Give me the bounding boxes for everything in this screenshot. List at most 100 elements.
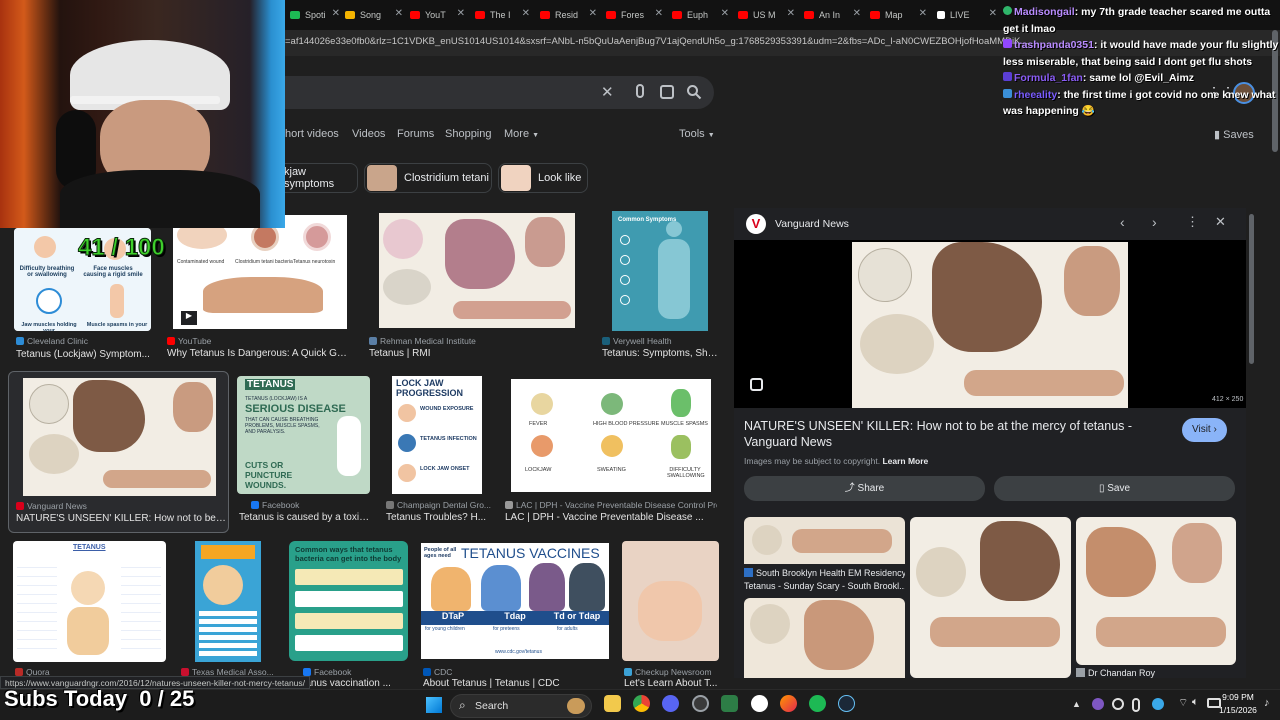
network-icon[interactable]: ⌔ (1178, 696, 1188, 710)
source-favicon-icon (369, 337, 377, 345)
learn-more-link[interactable]: Learn More (882, 456, 928, 466)
image-result[interactable]: Checkup Newsroom Let's Learn About T... (622, 541, 720, 689)
result-caption: LAC | DPH - Vaccine Preventable Disease … (505, 512, 704, 523)
browser-tab[interactable]: Spoti ✕ (290, 5, 340, 25)
discord-icon[interactable] (662, 695, 679, 712)
thumb-text: WOUND EXPOSURE (420, 406, 474, 412)
microphone-icon[interactable] (1132, 698, 1140, 712)
close-tab-icon[interactable]: ✕ (522, 8, 530, 19)
preview-title[interactable]: NATURE'S UNSEEN' KILLER: How not to be a… (744, 418, 1164, 450)
taskbar-search[interactable]: ⌕ Search (450, 694, 592, 718)
close-tab-icon[interactable]: ✕ (395, 8, 403, 19)
image-result[interactable]: LOCK JAW PROGRESSION WOUND EXPOSURE TETA… (386, 376, 498, 526)
next-icon[interactable]: › (1152, 214, 1157, 230)
thumb-text: SERIOUS DISEASE (245, 403, 346, 415)
app-icon[interactable] (751, 695, 768, 712)
volume-icon[interactable]: 🔈︎ (1192, 696, 1199, 709)
clock-time[interactable]: 9:09 PM (1218, 692, 1258, 702)
file-explorer-icon[interactable] (604, 695, 621, 712)
close-icon[interactable]: ✕ (1215, 214, 1226, 230)
filter-forums[interactable]: Forums (397, 128, 434, 140)
browser-tab[interactable]: Song ✕ (345, 5, 403, 25)
image-preview-panel: V Vanguard News ‹ › ⋮ ✕ 412 × 250 NATURE… (734, 208, 1246, 678)
close-tab-icon[interactable]: ✕ (919, 8, 927, 19)
notification-bell-icon[interactable]: ♪ (1264, 697, 1270, 709)
close-tab-icon[interactable]: ✕ (721, 8, 729, 19)
image-result[interactable]: Common ways that tetanus bacteria can ge… (289, 541, 409, 689)
close-tab-icon[interactable]: ✕ (853, 8, 861, 19)
panel-scrollbar[interactable] (1249, 214, 1254, 364)
image-result[interactable]: Rehman Medical Institute Tetanus | RMI (369, 210, 584, 363)
close-tab-icon[interactable]: ✕ (457, 8, 465, 19)
browser-tab[interactable]: Map ✕ (870, 5, 927, 25)
chrome-icon[interactable] (633, 695, 650, 712)
image-result[interactable]: TETANUS Quora (13, 541, 166, 677)
filter-short-videos[interactable]: hort videos (285, 128, 339, 140)
close-tab-icon[interactable]: ✕ (589, 8, 597, 19)
tools-button[interactable]: Tools ▼ (679, 128, 715, 140)
thumb-text: www.cdc.gov/tetanus (495, 649, 542, 655)
browser-tab[interactable]: Resid ✕ (540, 5, 597, 25)
tray-app-icon[interactable] (1152, 698, 1164, 710)
more-options-icon[interactable]: ⋮ (1186, 214, 1199, 230)
browser-tab[interactable]: YouT ✕ (410, 5, 465, 25)
lens-icon[interactable] (660, 85, 674, 99)
close-tab-icon[interactable]: ✕ (655, 8, 663, 19)
related-image[interactable] (744, 517, 905, 564)
filter-more[interactable]: More ▼ (504, 128, 539, 140)
close-tab-icon[interactable]: ✕ (332, 8, 340, 19)
share-label: Share (857, 483, 885, 494)
tray-app-icon[interactable] (1092, 698, 1104, 710)
lens-search-icon[interactable] (750, 378, 763, 391)
browser-tab[interactable]: The I ✕ (475, 5, 530, 25)
search-box[interactable]: ✕ (270, 76, 714, 109)
image-result-selected[interactable]: Vanguard News NATURE'S UNSEEN' KILLER: H… (8, 371, 229, 533)
chat-username: Formula_1fan (1014, 72, 1083, 84)
firefox-icon[interactable] (780, 695, 797, 712)
related-image[interactable] (1076, 517, 1236, 665)
save-button[interactable]: ▯ Save (994, 476, 1235, 501)
chip-look-like[interactable]: Look like (498, 163, 588, 193)
image-result[interactable]: Texas Medical Asso... (181, 541, 276, 677)
panel-source[interactable]: Vanguard News (775, 218, 849, 230)
filter-videos[interactable]: Videos (352, 128, 385, 140)
result-caption: About Tetanus | Tetanus | CDC (423, 678, 560, 689)
clock-date[interactable]: 1/15/2026 (1216, 705, 1260, 715)
visit-button[interactable]: Visit › (1182, 418, 1227, 442)
preview-image[interactable] (852, 242, 1128, 408)
chip-clostridium-tetani[interactable]: Clostridium tetani (364, 163, 492, 193)
browser-tab[interactable]: LIVE ✕ (937, 5, 997, 25)
browser-tab[interactable]: Euph ✕ (672, 5, 729, 25)
steam-icon[interactable] (838, 695, 855, 712)
filter-shopping[interactable]: Shopping (445, 128, 492, 140)
start-button[interactable] (426, 697, 442, 713)
related-image[interactable] (910, 517, 1071, 678)
source-favicon-icon (505, 501, 513, 509)
image-result[interactable]: Contaminated wound Clostridium tetani ba… (167, 215, 347, 363)
browser-tab[interactable]: An In ✕ (804, 5, 861, 25)
share-button[interactable]: ⤴ Share (744, 476, 985, 501)
tab-label: US M (753, 10, 776, 20)
app-icon[interactable] (721, 695, 738, 712)
spotify-icon[interactable] (809, 695, 826, 712)
clear-icon[interactable]: ✕ (601, 83, 614, 101)
related-image[interactable] (744, 598, 905, 678)
microphone-icon[interactable] (636, 84, 644, 98)
close-tab-icon[interactable]: ✕ (787, 8, 795, 19)
previous-icon[interactable]: ‹ (1120, 214, 1125, 230)
image-result[interactable]: Common Symptoms Verywell Health Tetanus:… (602, 210, 720, 363)
tray-chevron-icon[interactable]: ▲ (1072, 699, 1081, 709)
image-result[interactable]: People of all ages need TETANUS VACCINES… (421, 543, 611, 689)
app-icon[interactable] (692, 695, 709, 712)
image-result[interactable]: FEVER HIGH BLOOD PRESSURE MUSCLE SPASMS … (505, 376, 720, 526)
browser-tab[interactable]: US M ✕ (738, 5, 795, 25)
close-tab-icon[interactable]: ✕ (989, 8, 997, 19)
preview-image-area: 412 × 250 (734, 240, 1246, 408)
search-icon[interactable] (686, 84, 702, 100)
result-thumbnail: TETANUS (13, 541, 166, 662)
browser-tab[interactable]: Fores ✕ (606, 5, 663, 25)
saves-button[interactable]: ▮ Saves (1214, 128, 1254, 141)
image-result[interactable]: TETANUS TETANUS (LOCKJAW) IS A SERIOUS D… (237, 376, 370, 526)
tray-app-icon[interactable] (1112, 698, 1124, 710)
stream-chat: Madisongail: my 7th grade teacher scared… (1003, 4, 1280, 120)
